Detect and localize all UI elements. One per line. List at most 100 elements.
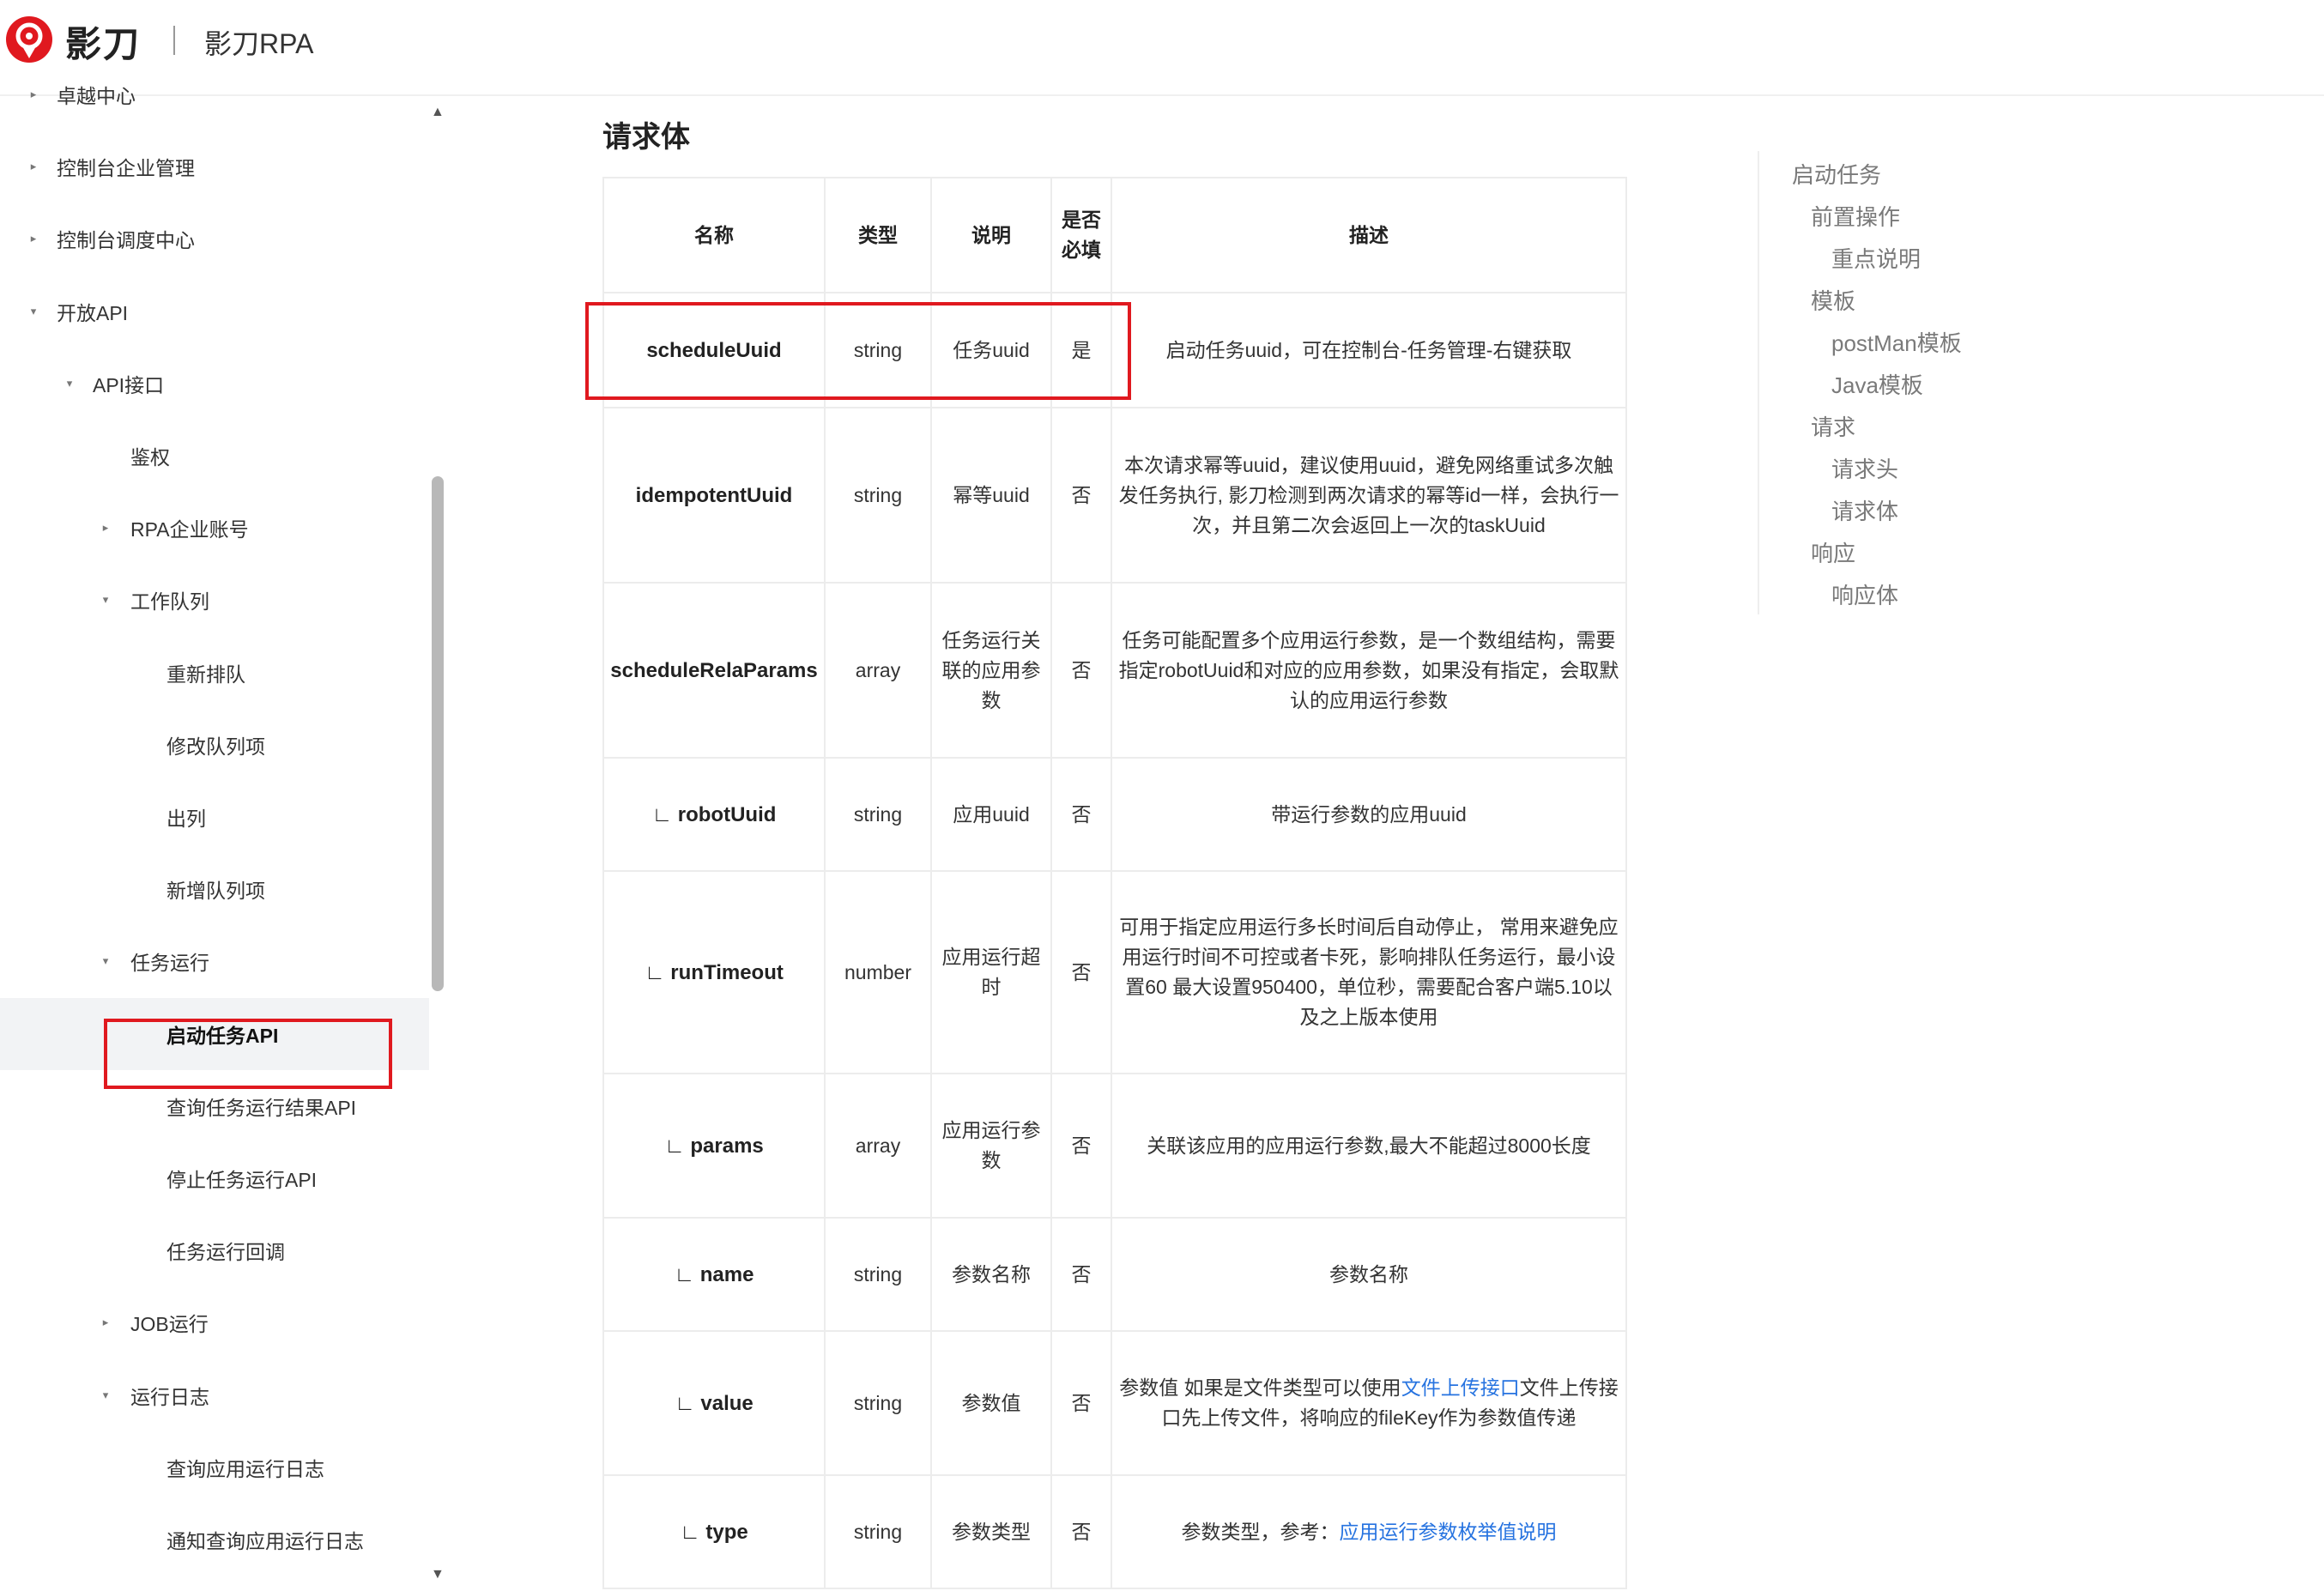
sidebar-item[interactable]: 重新排队	[0, 637, 429, 709]
header-type: 类型	[824, 177, 932, 293]
caret-down-icon[interactable]: ▾	[98, 593, 113, 607]
product-name[interactable]: 影刀RPA	[204, 22, 313, 62]
sidebar-item[interactable]: ▾ 任务运行	[0, 925, 429, 997]
toc-item[interactable]: Java模板	[1831, 368, 1923, 400]
sidebar-item-label: 控制台企业管理	[57, 157, 195, 180]
sidebar-item[interactable]: ▸ JOB运行	[0, 1286, 429, 1358]
header-desc: 描述	[1111, 177, 1627, 293]
cell-note: 应用运行参数	[930, 1073, 1052, 1219]
caret-right-icon[interactable]: ▸	[26, 160, 41, 173]
yingdao-logo-icon[interactable]	[5, 15, 53, 64]
cell-required: 否	[1050, 1474, 1112, 1589]
caret-right-icon[interactable]: ▸	[98, 521, 113, 535]
sidebar-item-label: JOB运行	[130, 1313, 209, 1336]
header-name: 名称	[602, 177, 826, 293]
cell-name: idempotentUuid	[602, 407, 826, 584]
sidebar-item[interactable]: 查询应用运行日志	[0, 1431, 429, 1503]
cell-type: string	[824, 1474, 932, 1589]
cell-required: 否	[1050, 870, 1112, 1074]
cell-type: string	[824, 407, 932, 584]
sidebar-item[interactable]: ▸ 控制台调度中心	[0, 203, 429, 275]
table-row: idempotentUuid string 幂等uuid 否本次请求幂等uuid，建议…	[602, 407, 1627, 584]
sidebar-item[interactable]: ▾ 开放API	[0, 275, 429, 348]
sidebar-item[interactable]: ▾ API接口	[0, 348, 429, 420]
sidebar-item[interactable]: ▸ 控制台企业管理	[0, 130, 429, 203]
sidebar-item-label: 修改队列项	[166, 735, 265, 758]
sidebar-item-label: 工作队列	[130, 590, 209, 614]
cell-desc: 本次请求幂等uuid，建议使用uuid，避免网络重试多次触发任务执行, 影刀检测…	[1111, 407, 1627, 584]
toc-item[interactable]: 启动任务	[1792, 158, 1881, 190]
sidebar-item[interactable]: 新增队列项	[0, 853, 429, 925]
toc-item[interactable]: postMan模板	[1831, 326, 1962, 358]
sidebar-item[interactable]: ▾ 运行日志	[0, 1359, 429, 1431]
cell-name: ∟ params	[602, 1073, 826, 1219]
sidebar-item-label: API接口	[93, 373, 165, 396]
desc-link[interactable]: 文件上传接口	[1401, 1376, 1520, 1399]
sidebar-nav: ▸ 卓越中心 ▸ 控制台企业管理 ▸ 控制台调度中心 ▾ 开放API ▾ API接口鉴权 ▸ RPA企…	[0, 85, 455, 1591]
highlight-box-row	[585, 302, 1131, 400]
caret-down-icon[interactable]: ▾	[98, 954, 113, 968]
sidebar-item-label: 运行日志	[130, 1385, 209, 1408]
caret-down-icon[interactable]: ▾	[26, 305, 41, 318]
cell-required: 否	[1050, 1073, 1112, 1219]
desc-link[interactable]: 应用运行参数枚举值说明	[1340, 1521, 1557, 1543]
cell-desc: 带运行参数的应用uuid	[1111, 757, 1627, 872]
desc-text-before: 参数类型，参考：	[1181, 1520, 1340, 1543]
sidebar-item[interactable]: 出列	[0, 781, 429, 853]
cell-note: 参数名称	[930, 1217, 1052, 1332]
header-required: 是否 必填	[1050, 177, 1112, 293]
cell-note: 参数类型	[930, 1474, 1052, 1589]
sidebar-item-label: 通知查询应用运行日志	[166, 1530, 364, 1552]
caret-right-icon[interactable]: ▸	[98, 1316, 113, 1329]
toc-item[interactable]: 请求体	[1831, 494, 1898, 526]
cell-desc: 参数类型，参考：应用运行参数枚举值说明	[1111, 1474, 1627, 1589]
sidebar-item-label: 鉴权	[130, 446, 170, 469]
sidebar-scrollbar-thumb[interactable]	[432, 476, 444, 991]
sidebar-item[interactable]: 修改队列项	[0, 709, 429, 781]
cell-required: 否	[1050, 1330, 1112, 1476]
table-row: ∟ value string 参数值否参数值 如果是文件类型可以使用文件上传接口文件…	[602, 1330, 1627, 1476]
caret-right-icon[interactable]: ▸	[26, 88, 41, 101]
table-of-contents: 启动任务前置操作重点说明模板 postMan模板 Java模板请求请求头请求体响应响…	[1758, 151, 2017, 614]
cell-desc: 参数值 如果是文件类型可以使用文件上传接口文件上传接口先上传文件，将响应的fil…	[1111, 1330, 1627, 1476]
cell-note: 应用uuid	[930, 757, 1052, 872]
sidebar-item[interactable]: 通知查询应用运行日志	[0, 1503, 429, 1576]
sidebar-item[interactable]: 任务运行回调	[0, 1214, 429, 1286]
sidebar-item-label: 停止任务运行API	[166, 1169, 318, 1191]
highlight-box-nav	[104, 1019, 392, 1089]
toc-item[interactable]: 响应体	[1831, 578, 1898, 610]
caret-down-icon[interactable]: ▾	[98, 1388, 113, 1402]
toc-item[interactable]: 模板	[1811, 284, 1855, 316]
caret-right-icon[interactable]: ▸	[26, 232, 41, 245]
cell-note: 参数值	[930, 1330, 1052, 1476]
cell-type: array	[824, 1073, 932, 1219]
sidebar-item[interactable]: ▸ 卓越中心	[0, 58, 429, 130]
sidebar-item-label: 卓越中心	[57, 85, 136, 107]
table-row: ∟ robotUuid string 应用uuid 否带运行参数的应用uuid	[602, 757, 1627, 872]
sidebar-item[interactable]: ▸ RPA企业账号	[0, 492, 429, 564]
scroll-down-arrow-icon[interactable]: ▼	[431, 1567, 445, 1582]
scroll-up-arrow-icon[interactable]: ▲	[431, 105, 445, 120]
sidebar-item[interactable]: 停止任务运行API	[0, 1142, 429, 1214]
toc-item[interactable]: 响应	[1811, 536, 1855, 568]
toc-item[interactable]: 请求	[1811, 410, 1855, 442]
cell-required: 否	[1050, 1217, 1112, 1332]
cell-note: 应用运行超时	[930, 870, 1052, 1074]
cell-name: ∟ type	[602, 1474, 826, 1589]
toc-item[interactable]: 重点说明	[1831, 242, 1921, 274]
toc-item[interactable]: 请求头	[1831, 452, 1898, 484]
cell-required: 否	[1050, 407, 1112, 584]
toc-item[interactable]: 前置操作	[1811, 200, 1900, 232]
cell-type: string	[824, 1217, 932, 1332]
header-required-line2: 必填	[1062, 239, 1101, 261]
brand-divider	[173, 26, 175, 55]
cell-type: array	[824, 582, 932, 759]
sidebar-item[interactable]: ▾ 工作队列	[0, 564, 429, 636]
sidebar-item[interactable]: 鉴权	[0, 420, 429, 492]
sidebar-item-label: 任务运行回调	[166, 1241, 285, 1264]
sidebar-item-label: 开放API	[57, 301, 129, 324]
table-row: ∟ name string 参数名称否参数名称	[602, 1217, 1627, 1332]
cell-desc: 关联该应用的应用运行参数,最大不能超过8000长度	[1111, 1073, 1627, 1219]
cell-desc: 可用于指定应用运行多长时间后自动停止， 常用来避免应用运行时间不可控或者卡死，影…	[1111, 870, 1627, 1074]
caret-down-icon[interactable]: ▾	[62, 377, 77, 390]
